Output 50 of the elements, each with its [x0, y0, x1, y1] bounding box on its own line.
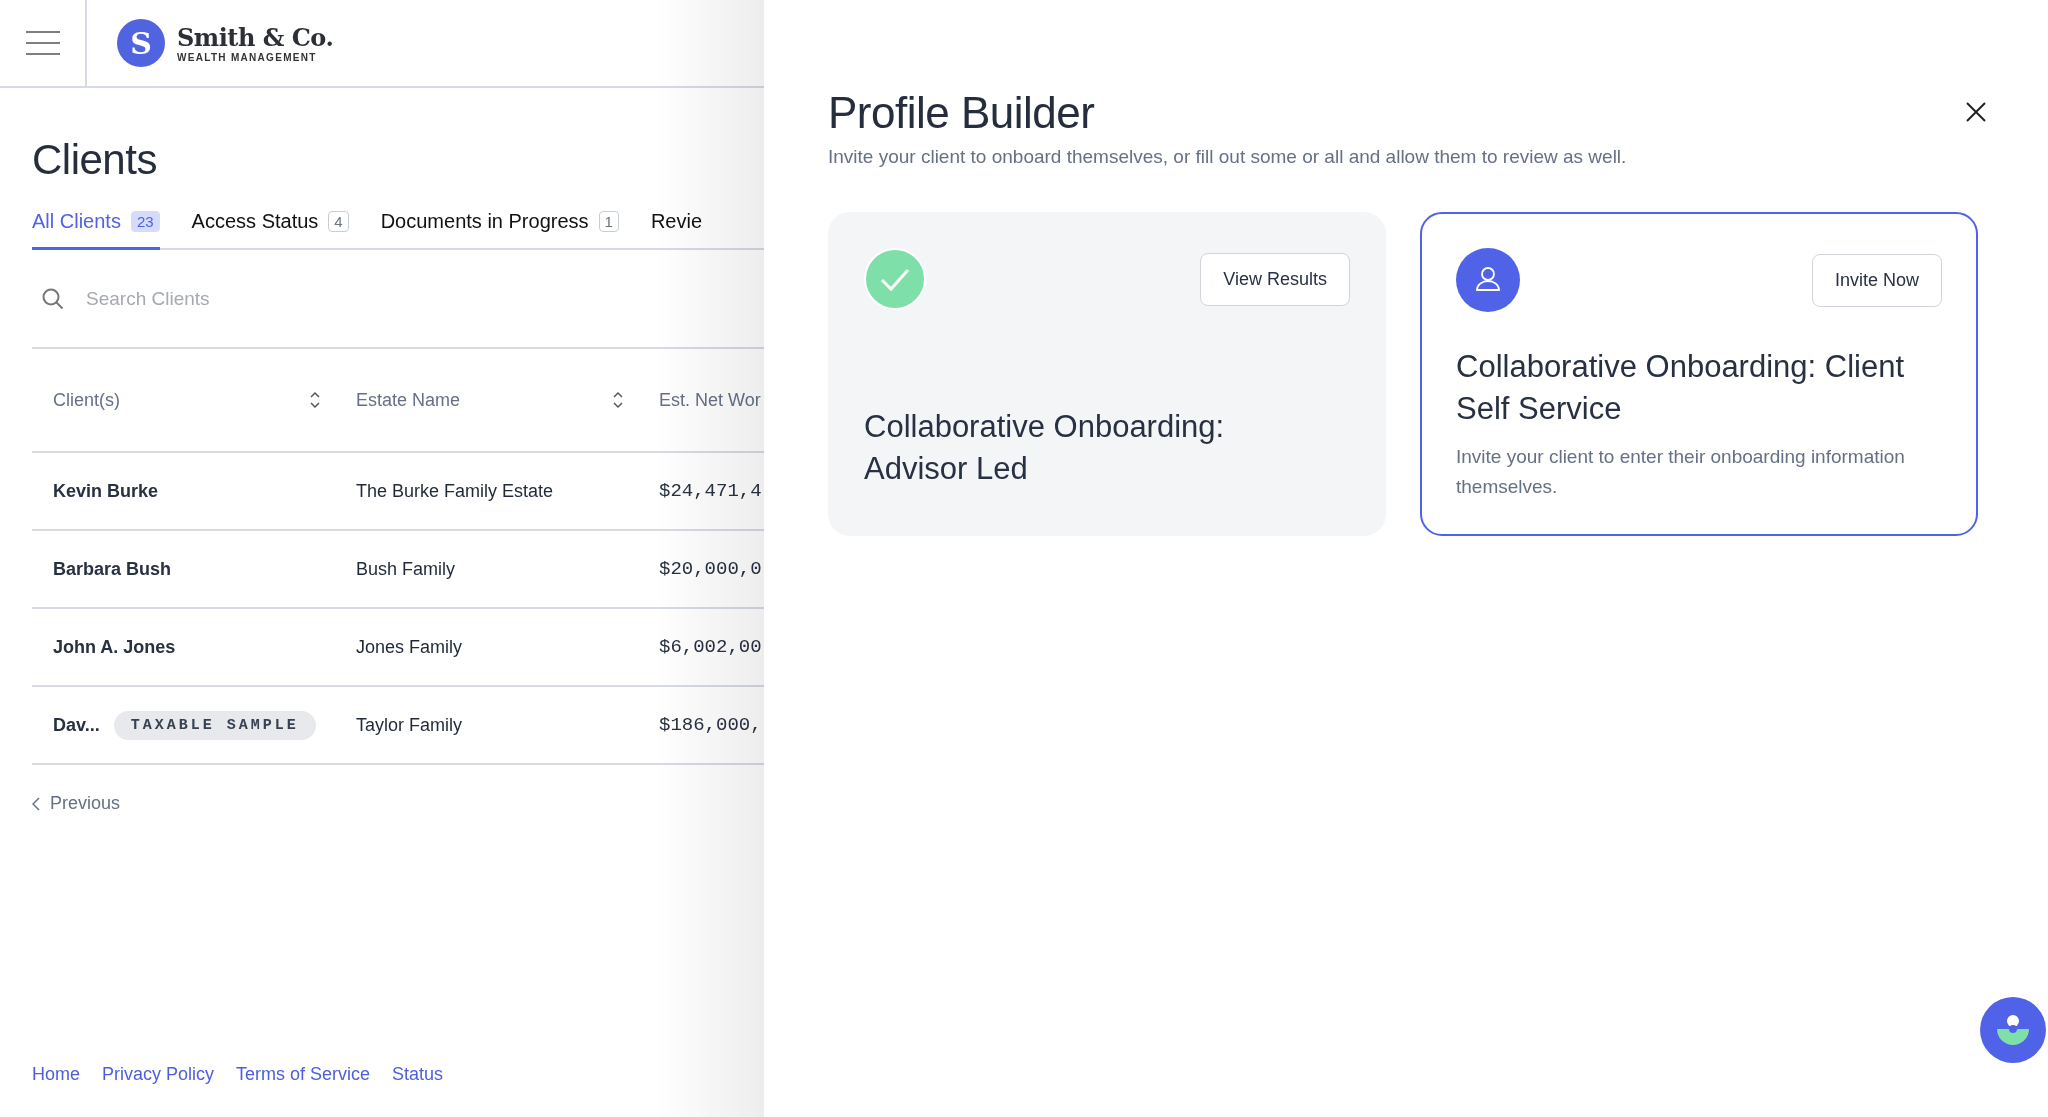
option-card[interactable]: View Results Collaborative Onboarding: Advisor Led — [828, 212, 1386, 536]
table-cell: $6,002,00 — [659, 636, 762, 658]
chevron-left-icon — [32, 796, 40, 811]
table-cell: John A. Jones — [53, 636, 176, 658]
search-icon — [42, 287, 64, 310]
column-header[interactable]: Estate Name — [356, 389, 461, 411]
table-cell: $186,000, — [659, 714, 762, 736]
tab[interactable]: All Clients 23 — [32, 206, 160, 250]
column-header[interactable]: Est. Net Wor — [659, 389, 761, 411]
menu-icon[interactable] — [25, 31, 60, 55]
table-cell: Dav... — [53, 714, 100, 736]
table-cell: The Burke Family Estate — [356, 480, 554, 502]
brand-logo[interactable]: S — [117, 19, 165, 67]
tab[interactable]: Revie — [650, 206, 703, 250]
footer-link[interactable]: Privacy Policy — [102, 1064, 215, 1085]
brand-tagline: WEALTH MANAGEMENT — [177, 52, 318, 63]
close-icon — [1966, 102, 1986, 122]
count-badge: 23 — [130, 211, 160, 232]
person-icon — [1996, 1014, 2030, 1046]
tab[interactable]: Documents in Progress 1 — [380, 206, 619, 250]
page-title: Clients — [32, 136, 158, 184]
option-card[interactable]: Invite Now Collaborative Onboarding: Client Self Service Invite your client to enter their onboarding information themselves. — [1420, 212, 1978, 536]
sort-icon[interactable] — [612, 391, 624, 409]
user-icon — [1456, 248, 1520, 312]
card-title: Collaborative Onboarding: Advisor Led — [864, 408, 1226, 489]
card-description: Invite your client to enter their onboarding information themselves. — [1456, 444, 1906, 500]
sample-tag: TAXABLE SAMPLE — [113, 710, 316, 740]
card-title: Collaborative Onboarding: Client Self Service — [1456, 348, 1906, 428]
column-header[interactable]: Client(s) — [53, 389, 120, 411]
footer-link[interactable]: Home — [32, 1064, 80, 1085]
table-cell: Kevin Burke — [53, 480, 159, 502]
table-cell: Jones Family — [356, 636, 463, 658]
card-button[interactable]: View Results — [1200, 252, 1350, 306]
panel-subtitle: Invite your client to onboard themselves, or fill out some or all and allow them to review as well. — [828, 146, 1628, 168]
table-cell: Barbara Bush — [53, 558, 172, 580]
sort-icon[interactable] — [309, 391, 321, 409]
count-badge: 1 — [598, 211, 619, 232]
check-icon — [864, 248, 926, 310]
tab[interactable]: Access Status 4 — [191, 206, 349, 250]
previous-button[interactable]: Previous — [32, 793, 121, 814]
table-cell: Taylor Family — [356, 714, 462, 736]
table-cell: $24,471,4 — [659, 480, 762, 502]
count-badge: 4 — [328, 211, 349, 232]
footer-link[interactable]: Status — [392, 1064, 444, 1085]
table-cell: $20,000,0 — [659, 558, 762, 580]
table-cell: Bush Family — [356, 558, 456, 580]
panel-title: Profile Builder — [828, 88, 1095, 138]
card-button[interactable]: Invite Now — [1811, 253, 1942, 307]
brand-name: Smith & Co. — [177, 23, 334, 52]
footer-link[interactable]: Terms of Service — [236, 1064, 371, 1085]
